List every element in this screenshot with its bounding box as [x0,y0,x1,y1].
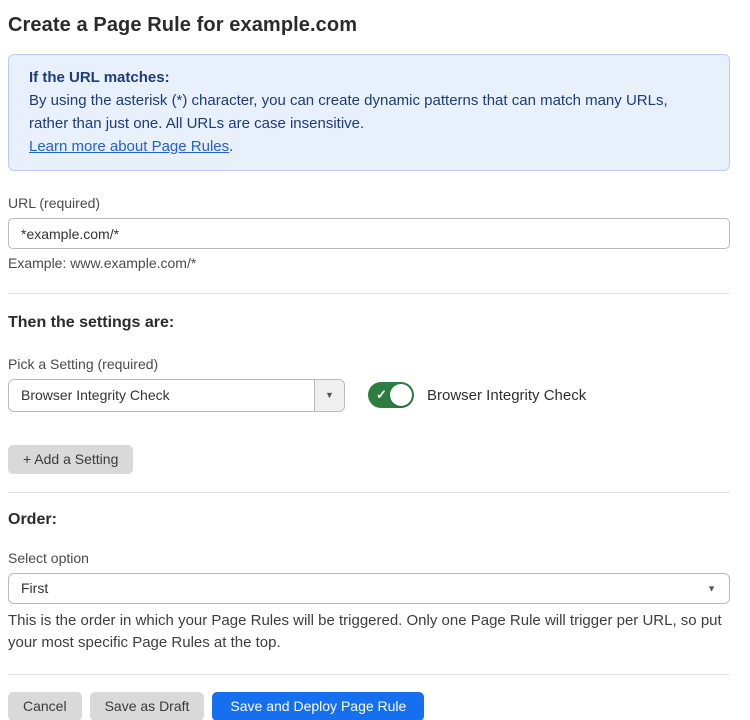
cancel-button[interactable]: Cancel [8,692,82,720]
pick-setting-label: Pick a Setting (required) [8,356,730,372]
toggle-knob [390,384,412,406]
save-as-draft-button[interactable]: Save as Draft [90,692,205,720]
order-select-value: First [9,574,729,603]
chevron-down-icon: ▼ [707,584,716,593]
url-field-label: URL (required) [8,195,730,211]
chevron-down-icon: ▼ [325,391,334,400]
order-helper-text: This is the order in which your Page Rul… [8,610,730,654]
url-match-info-box: If the URL matches: By using the asteris… [8,54,730,171]
toggle-group: ✓ Browser Integrity Check [368,382,586,408]
browser-integrity-toggle[interactable]: ✓ [368,382,414,408]
url-input[interactable] [8,218,730,249]
add-setting-button[interactable]: + Add a Setting [8,445,133,474]
page-title: Create a Page Rule for example.com [8,14,730,37]
check-icon: ✓ [376,387,387,403]
setting-select[interactable]: Browser Integrity Check ▼ [8,379,345,412]
save-and-deploy-button[interactable]: Save and Deploy Page Rule [212,692,424,720]
url-example-helper: Example: www.example.com/* [8,255,730,271]
divider [8,492,730,493]
setting-select-arrow-button[interactable]: ▼ [314,380,344,411]
setting-select-value: Browser Integrity Check [9,380,314,411]
footer-buttons: Cancel Save as Draft Save and Deploy Pag… [8,692,730,720]
link-suffix: . [229,138,233,155]
order-select[interactable]: First ▼ [8,573,730,604]
settings-section-heading: Then the settings are: [8,314,730,332]
divider [8,293,730,294]
info-box-body: By using the asterisk (*) character, you… [29,89,709,135]
order-section-heading: Order: [8,511,730,529]
setting-row: Browser Integrity Check ▼ ✓ Browser Inte… [8,379,730,412]
toggle-label: Browser Integrity Check [427,387,586,404]
page-rule-form: Create a Page Rule for example.com If th… [0,0,750,720]
info-box-heading: If the URL matches: [29,66,709,89]
order-select-label: Select option [8,550,730,566]
info-box-link-line: Learn more about Page Rules. [29,135,709,158]
divider [8,674,730,675]
learn-more-link[interactable]: Learn more about Page Rules [29,138,229,155]
